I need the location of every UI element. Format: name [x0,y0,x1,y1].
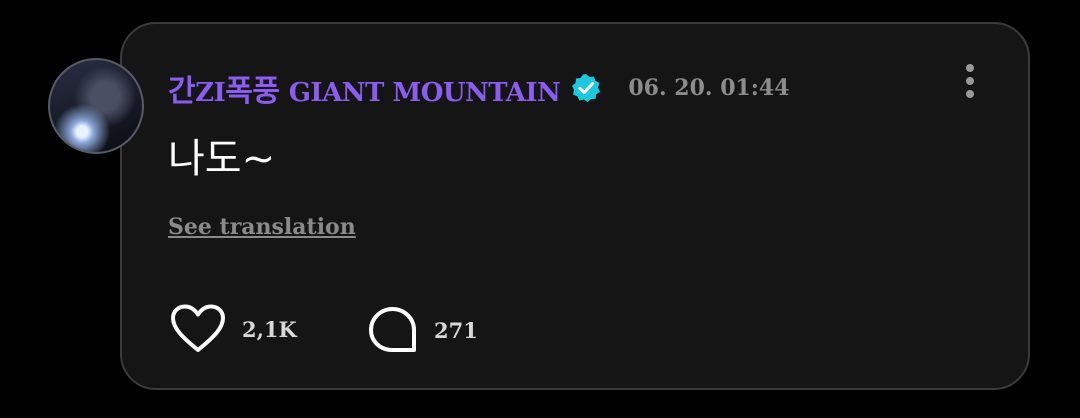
comment-header: 간ZI폭풍 GIANT MOUNTAIN 06. 20. 01:44 [168,64,790,112]
heart-icon [171,304,225,352]
verified-badge-icon [572,74,601,102]
avatar[interactable] [48,58,144,154]
username-korean: 간 [168,74,196,109]
more-options-icon[interactable] [956,62,984,102]
username-zi: ZI [195,78,226,108]
username[interactable]: 간ZI폭풍 GIANT MOUNTAIN [168,66,561,110]
see-translation-link[interactable]: See translation [168,214,356,240]
username-korean-2: 폭풍 [225,74,280,109]
comment-count: 271 [434,317,478,343]
comment-text: 나도~ [168,136,276,182]
timestamp: 06. 20. 01:44 [628,75,790,101]
like-button[interactable]: 2,1K [170,304,297,354]
comment-bubble-icon [369,307,416,352]
username-latin: GIANT MOUNTAIN [288,78,561,108]
comment-button[interactable]: 271 [368,306,478,354]
like-count: 2,1K [242,316,297,342]
